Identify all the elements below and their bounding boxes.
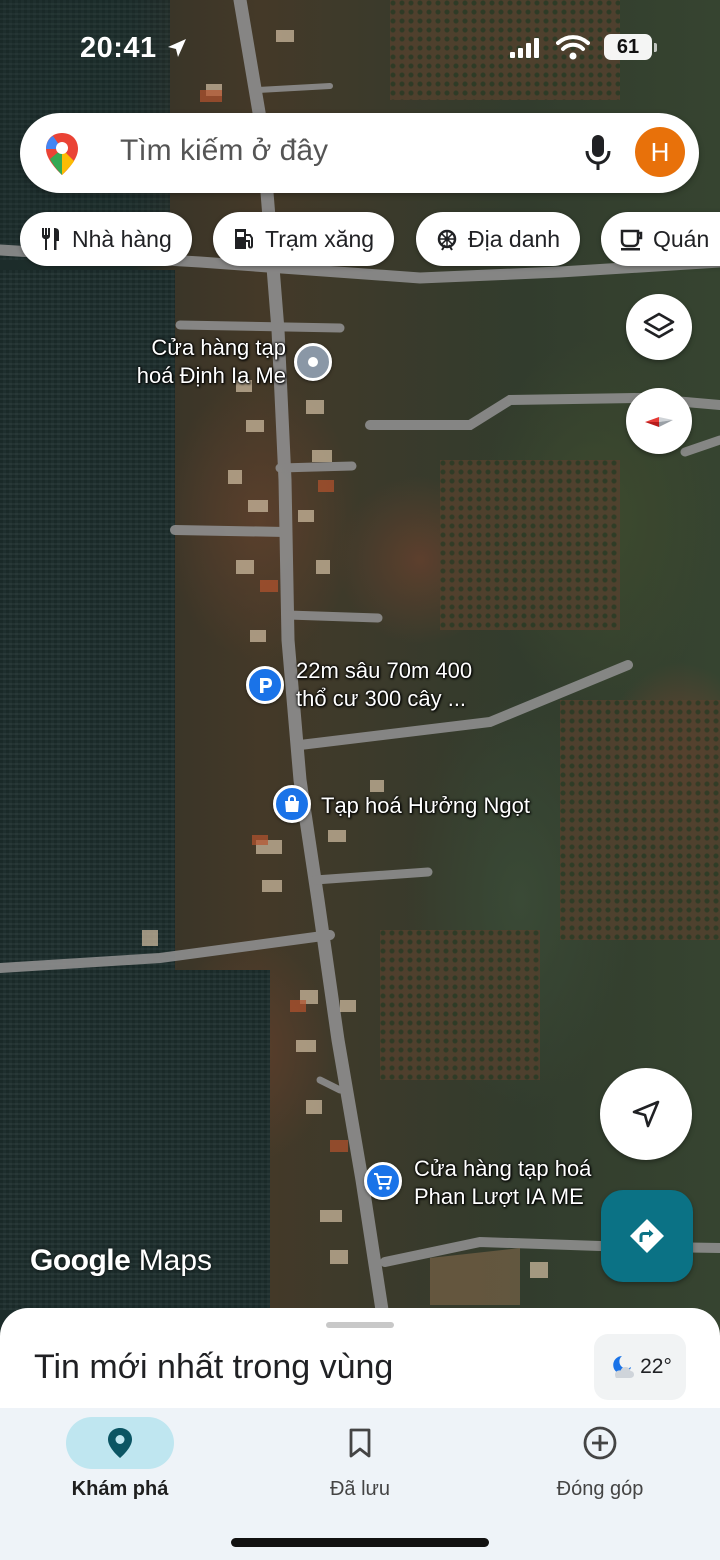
- place-label[interactable]: Cửa hàng tạp hoá Phan Lượt IA ME: [414, 1155, 591, 1211]
- shopping-cart-icon: [374, 1173, 392, 1190]
- nav-tab-saved[interactable]: Đã lưu: [240, 1408, 480, 1518]
- weather-badge[interactable]: 22°: [594, 1334, 686, 1400]
- google-maps-watermark: Google Maps: [30, 1244, 212, 1278]
- nav-label: Đã lưu: [329, 1478, 391, 1500]
- microphone-icon[interactable]: [582, 133, 614, 173]
- layers-button[interactable]: [626, 294, 692, 360]
- account-avatar[interactable]: H: [635, 127, 685, 177]
- nav-icon-wrap: [546, 1417, 654, 1469]
- status-bar: 20:41 61: [0, 0, 720, 100]
- weather-temperature: 22°: [640, 1355, 672, 1378]
- nav-active-indicator: [66, 1417, 174, 1469]
- place-label[interactable]: 22m sâu 70m 400 thổ cư 300 cây ...: [296, 657, 472, 713]
- nav-tab-contribute[interactable]: Đóng góp: [480, 1408, 720, 1518]
- place-name-line: 22m sâu 70m 400: [296, 658, 473, 683]
- chip-label: Nhà hàng: [72, 225, 172, 252]
- place-name-line: hoá Định Ia Me: [136, 363, 286, 388]
- place-pin[interactable]: [364, 1162, 402, 1200]
- place-name-line: Cửa hàng tạp hoá: [414, 1156, 592, 1181]
- home-indicator[interactable]: [231, 1538, 489, 1547]
- fork-knife-icon: [42, 228, 59, 250]
- chip-label: Quán: [653, 225, 710, 252]
- watermark-product: Maps: [138, 1244, 213, 1277]
- location-arrow-icon: [168, 39, 186, 57]
- sheet-title: Tin mới nhất trong vùng: [34, 1348, 394, 1386]
- my-location-button[interactable]: [600, 1068, 692, 1160]
- explore-pin-icon: [108, 1428, 132, 1458]
- search-bar[interactable]: Tìm kiếm ở đây H: [20, 113, 699, 193]
- chip-label: Trạm xăng: [265, 225, 375, 252]
- parking-icon: [260, 678, 272, 693]
- place-pin-icon: [308, 357, 318, 367]
- category-chips: Nhà hàng Trạm xăng Địa danh Quán: [0, 212, 720, 268]
- gas-station-icon: [235, 229, 253, 249]
- directions-icon: [630, 1219, 664, 1253]
- place-pin[interactable]: [246, 666, 284, 704]
- place-name-line: Phan Lượt IA ME: [414, 1184, 584, 1209]
- layers-icon: [643, 312, 675, 339]
- shopping-bag-icon: [285, 794, 299, 812]
- chip-label: Địa danh: [468, 225, 561, 252]
- compass-button[interactable]: [626, 388, 692, 454]
- sheet-drag-handle[interactable]: [326, 1322, 394, 1328]
- place-label[interactable]: Cửa hàng tạp hoá Định Ia Me: [128, 334, 286, 390]
- chip-landmarks[interactable]: Địa danh: [416, 212, 581, 266]
- place-label[interactable]: Tạp hoá Hưởng Ngọt: [321, 792, 530, 820]
- nav-icon-wrap: [306, 1417, 414, 1469]
- nav-label: Đóng góp: [556, 1478, 644, 1500]
- search-input[interactable]: Tìm kiếm ở đây: [120, 134, 328, 168]
- place-name-line: thổ cư 300 cây ...: [296, 686, 467, 711]
- bookmark-icon: [349, 1428, 371, 1458]
- night-cloud-icon: [613, 1356, 635, 1378]
- coffee-cup-icon: [620, 229, 643, 251]
- status-time: 20:41: [80, 32, 157, 64]
- chip-cafes[interactable]: Quán: [601, 212, 720, 266]
- place-name-line: Tạp hoá Hưởng Ngọt: [321, 793, 530, 818]
- wifi-icon: [556, 35, 590, 60]
- place-pin[interactable]: [273, 785, 311, 823]
- add-circle-icon: [583, 1426, 617, 1460]
- nav-label: Khám phá: [71, 1478, 169, 1500]
- bottom-sheet[interactable]: Tin mới nhất trong vùng 22°: [0, 1308, 720, 1418]
- navigation-arrow-icon: [632, 1100, 660, 1128]
- watermark-brand: Google: [30, 1244, 131, 1277]
- place-name-line: Cửa hàng tạp: [151, 335, 286, 360]
- place-pin[interactable]: [294, 343, 332, 381]
- landmark-icon: [437, 229, 457, 251]
- directions-button[interactable]: [601, 1190, 693, 1282]
- chip-gas-stations[interactable]: Trạm xăng: [213, 212, 395, 266]
- compass-icon: [645, 417, 673, 427]
- chip-restaurants[interactable]: Nhà hàng: [20, 212, 192, 266]
- google-maps-logo-icon: [46, 133, 78, 175]
- cellular-signal-icon: [510, 38, 539, 58]
- nav-tab-explore[interactable]: Khám phá: [0, 1408, 240, 1518]
- battery-icon: 61: [604, 34, 657, 60]
